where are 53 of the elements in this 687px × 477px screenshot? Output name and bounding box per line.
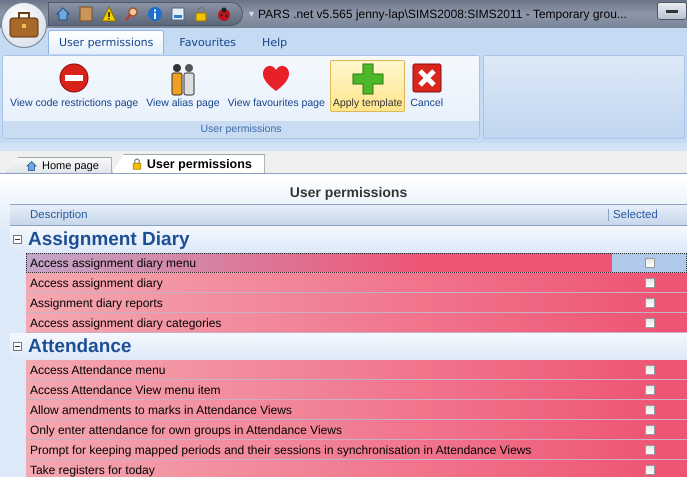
checkbox[interactable] [644, 424, 654, 434]
checkbox[interactable] [644, 444, 654, 454]
minimize-button[interactable] [657, 2, 687, 20]
warning-icon[interactable] [101, 6, 117, 22]
ribbon-button[interactable]: Apply template [330, 60, 406, 112]
checkbox[interactable] [644, 384, 654, 394]
lock-icon [130, 157, 143, 171]
info-icon[interactable] [147, 6, 163, 22]
ribbon-tab[interactable]: Favourites [168, 30, 248, 54]
permission-row[interactable]: Allow amendments to marks in Attendance Views [26, 400, 687, 420]
cancel-icon [412, 63, 442, 93]
ribbon-button[interactable]: View alias page [143, 60, 223, 112]
checkbox[interactable] [644, 404, 654, 414]
permission-row[interactable]: Assignment diary reports [26, 293, 687, 313]
group-heading: Attendance [28, 336, 132, 358]
checkbox[interactable] [644, 364, 654, 374]
house-icon [25, 160, 38, 172]
permission-row[interactable]: Access assignment diary menu [26, 253, 687, 273]
collapse-toggle[interactable] [13, 235, 22, 244]
permission-row[interactable]: Access Attendance View menu item [26, 380, 687, 400]
briefcase-icon[interactable] [9, 12, 39, 38]
permission-row[interactable]: Prompt for keeping mapped periods and their sessions in synchronisation in Attendance Views [26, 440, 687, 460]
permission-row[interactable]: Only enter attendance for own groups in Attendance Views [26, 420, 687, 440]
ribbon-button[interactable]: Cancel [407, 60, 446, 112]
ribbon-button[interactable]: View favourites page [224, 60, 328, 112]
permission-row[interactable]: Access Attendance menu [26, 360, 687, 380]
checkbox[interactable] [644, 258, 654, 268]
column-heading: Description [29, 209, 89, 221]
page-title: User permissions [288, 183, 408, 202]
house-icon[interactable] [55, 6, 71, 22]
document-tab[interactable]: User permissions [112, 154, 265, 173]
column-heading: Selected [608, 209, 687, 221]
checkbox[interactable] [644, 298, 654, 308]
permission-row[interactable]: Take registers for today [26, 460, 687, 477]
search-icon[interactable] [124, 6, 140, 22]
collapse-toggle[interactable] [13, 342, 22, 351]
permission-row[interactable]: Access assignment diary [26, 273, 687, 293]
book-icon[interactable] [78, 6, 94, 22]
no-entry-icon [59, 63, 90, 93]
document-tab[interactable]: Home page [6, 157, 112, 173]
checkbox[interactable] [644, 278, 654, 288]
ribbon-tab[interactable]: User permissions [48, 30, 164, 54]
plus-icon [352, 63, 384, 95]
ribbon-tab[interactable]: Help [251, 30, 298, 54]
checkbox[interactable] [644, 318, 654, 328]
lock-icon[interactable] [193, 6, 209, 22]
window-title: PARS .net v5.565 jenny-lap\SIMS2008:SIMS2011 - Temporary grou... [258, 7, 627, 21]
group-heading: Assignment Diary [28, 228, 190, 250]
ladybug-icon[interactable] [216, 6, 232, 22]
checkbox[interactable] [644, 464, 654, 474]
ribbon-button[interactable]: View code restrictions page [7, 60, 142, 112]
permission-row[interactable]: Access assignment diary categories [26, 313, 687, 333]
group-label: User permissions [3, 121, 479, 138]
